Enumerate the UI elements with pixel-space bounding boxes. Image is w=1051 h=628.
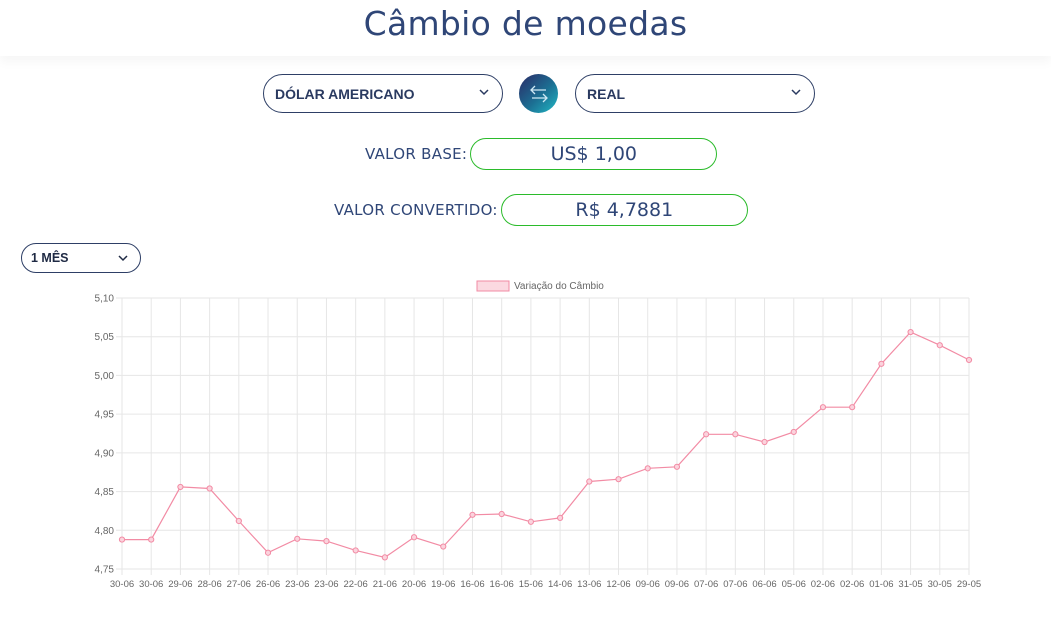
- data-point: [498, 510, 505, 518]
- x-tick-label: 16-06: [490, 579, 514, 590]
- chevron-down-icon: [479, 89, 489, 96]
- x-tick-label: 29-05: [957, 579, 981, 590]
- x-tick-label: 26-06: [256, 579, 280, 590]
- x-tick-label: 29-06: [168, 579, 192, 590]
- swap-arrows-icon: [529, 85, 548, 102]
- y-tick-label: 5,00: [95, 371, 115, 382]
- data-point: [294, 535, 301, 542]
- x-tick-label: 13-06: [577, 579, 601, 590]
- period-select[interactable]: 1 MÊS: [21, 243, 141, 273]
- period-value: 1 MÊS: [31, 251, 69, 265]
- data-point: [206, 485, 213, 492]
- x-tick-label: 31-05: [898, 579, 922, 590]
- legend-swatch: [476, 280, 510, 292]
- data-point: [118, 536, 126, 543]
- y-tick-label: 4,90: [95, 448, 115, 459]
- chevron-down-icon: [118, 255, 128, 262]
- data-point: [703, 431, 710, 438]
- base-value-field[interactable]: US$ 1,00: [470, 138, 718, 170]
- page-header: Câmbio de moedas: [0, 0, 1051, 56]
- x-tick-label: 06-06: [752, 579, 776, 590]
- data-point: [615, 476, 622, 483]
- data-point: [381, 554, 388, 561]
- x-tick-label: 28-06: [197, 579, 221, 590]
- x-tick-label: 15-06: [519, 579, 543, 590]
- x-tick-label: 02-06: [811, 579, 835, 590]
- data-point: [673, 463, 681, 470]
- data-point: [323, 538, 330, 545]
- to-currency-value: REAL: [587, 85, 626, 102]
- y-tick-label: 4,75: [95, 565, 115, 576]
- x-tick-label: 30-06: [110, 579, 134, 590]
- data-point: [761, 438, 768, 446]
- x-tick-label: 07-06: [723, 579, 747, 590]
- x-tick-label: 23-06: [285, 579, 309, 590]
- data-point: [790, 428, 797, 436]
- x-tick-label: 22-06: [343, 579, 367, 590]
- y-tick-label: 5,05: [95, 332, 115, 343]
- y-tick-label: 5,10: [95, 294, 115, 305]
- converted-value-row: VALOR CONVERTIDO: R$ 4,7881: [334, 194, 748, 226]
- swap-currencies-button[interactable]: [519, 74, 558, 113]
- x-tick-label: 12-06: [606, 579, 630, 590]
- x-tick-label: 23-06: [314, 579, 338, 590]
- x-tick-label: 16-06: [460, 579, 484, 590]
- converted-value-field: R$ 4,7881: [500, 194, 748, 226]
- data-point: [177, 483, 184, 491]
- y-tick-label: 4,85: [95, 487, 115, 498]
- data-point: [527, 518, 534, 525]
- data-point: [732, 431, 739, 438]
- y-tick-label: 4,95: [95, 410, 115, 421]
- to-currency-select[interactable]: REAL: [575, 74, 815, 113]
- data-point: [586, 478, 593, 485]
- x-tick-label: 20-06: [402, 579, 426, 590]
- converted-value-label: VALOR CONVERTIDO:: [334, 201, 498, 219]
- from-currency-select[interactable]: DÓLAR AMERICANO: [263, 74, 503, 113]
- x-tick-label: 05-06: [782, 579, 806, 590]
- x-tick-label: 01-06: [869, 579, 893, 590]
- data-point: [148, 536, 155, 543]
- from-currency-value: DÓLAR AMERICANO: [275, 85, 415, 102]
- data-point: [352, 547, 359, 554]
- x-tick-label: 30-05: [928, 579, 952, 590]
- base-value-label: VALOR BASE:: [365, 145, 468, 163]
- data-point: [235, 517, 242, 525]
- x-tick-label: 14-06: [548, 579, 572, 590]
- chevron-down-icon: [791, 89, 801, 96]
- data-point: [849, 404, 856, 411]
- x-tick-label: 21-06: [373, 579, 397, 590]
- x-tick-label: 30-06: [139, 579, 163, 590]
- x-tick-label: 02-06: [840, 579, 864, 590]
- x-tick-label: 09-06: [636, 579, 660, 590]
- data-point: [557, 514, 564, 521]
- legend-label: Variação do Câmbio: [514, 281, 604, 292]
- data-point: [878, 360, 885, 367]
- data-point: [644, 465, 651, 472]
- page-title: Câmbio de moedas: [363, 4, 688, 43]
- data-point: [440, 543, 447, 550]
- data-point: [907, 328, 914, 336]
- data-point: [469, 511, 476, 518]
- data-point: [264, 549, 272, 556]
- data-point: [965, 356, 973, 364]
- x-tick-label: 27-06: [227, 579, 251, 590]
- x-tick-label: 07-06: [694, 579, 718, 590]
- y-tick-label: 4,80: [95, 526, 115, 537]
- exchange-rate-chart: 5,10 5,05 5,00 4,95 4,90 4,85 4,80 4,75 30-06 30-…: [95, 280, 981, 590]
- data-point: [819, 404, 827, 411]
- x-tick-label: 19-06: [431, 579, 455, 590]
- series-line: [122, 331, 970, 559]
- data-point: [936, 342, 943, 349]
- x-tick-label: 09-06: [665, 579, 689, 590]
- base-value-row: VALOR BASE: US$ 1,00: [365, 138, 718, 170]
- data-point: [410, 534, 418, 541]
